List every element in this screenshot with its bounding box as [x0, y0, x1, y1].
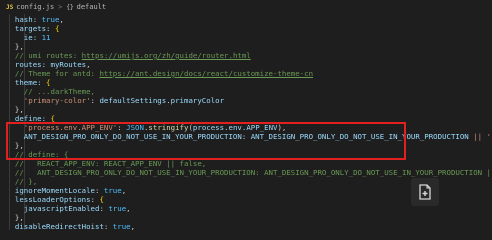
code-line[interactable]: // ANT_DESIGN_PRO_ONLY_DO_NOT_USE_IN_YOU… [6, 167, 492, 178]
code-line[interactable]: // Theme for antd: https://ant.design/do… [6, 68, 313, 79]
code-token: , [121, 186, 127, 195]
new-file-button[interactable] [411, 178, 439, 206]
code-token: defaultSettings [99, 96, 167, 105]
code-line[interactable]: disableRedirectHoist: true, [6, 221, 135, 230]
object-icon: {} [66, 3, 74, 11]
code-token: , [126, 204, 131, 213]
code-token: disableRedirectHoist [6, 222, 104, 230]
code-token: // ANT_DESIGN_PRO_ONLY_DO_NOT_USE_IN_YOU… [14, 168, 492, 177]
breadcrumb-file-label: config.js [16, 3, 55, 11]
code-token: , [130, 222, 136, 230]
code-token: true [108, 204, 127, 213]
javascript-file-icon: JS [6, 3, 14, 11]
breadcrumb-file[interactable]: JS config.js [0, 3, 54, 11]
code-token: { [54, 24, 60, 33]
code-line[interactable]: javascriptEnabled: true, [6, 203, 131, 214]
code-token: https://ant.design/docs/react/customize-… [99, 69, 314, 78]
breadcrumb-object[interactable]: {} default [66, 3, 106, 11]
code-line[interactable]: 'primary-color': defaultSettings.primary… [6, 95, 224, 106]
code-token: : [103, 222, 113, 230]
code-token: true [112, 222, 131, 230]
breadcrumb-object-label: default [76, 3, 107, 11]
new-file-icon [419, 184, 431, 200]
breadcrumb: JS config.js > {} default [0, 0, 492, 14]
code-token: 11 [41, 33, 51, 42]
code-token: true [103, 186, 122, 195]
code-token: , [59, 15, 64, 24]
breadcrumb-separator: > [58, 3, 63, 11]
code-token: || '' [473, 132, 492, 141]
code-token: https://umijs.org/zh/guide/router.html [81, 51, 251, 60]
code-token: primaryColor [170, 96, 225, 105]
highlight-annotation-box [6, 122, 406, 160]
